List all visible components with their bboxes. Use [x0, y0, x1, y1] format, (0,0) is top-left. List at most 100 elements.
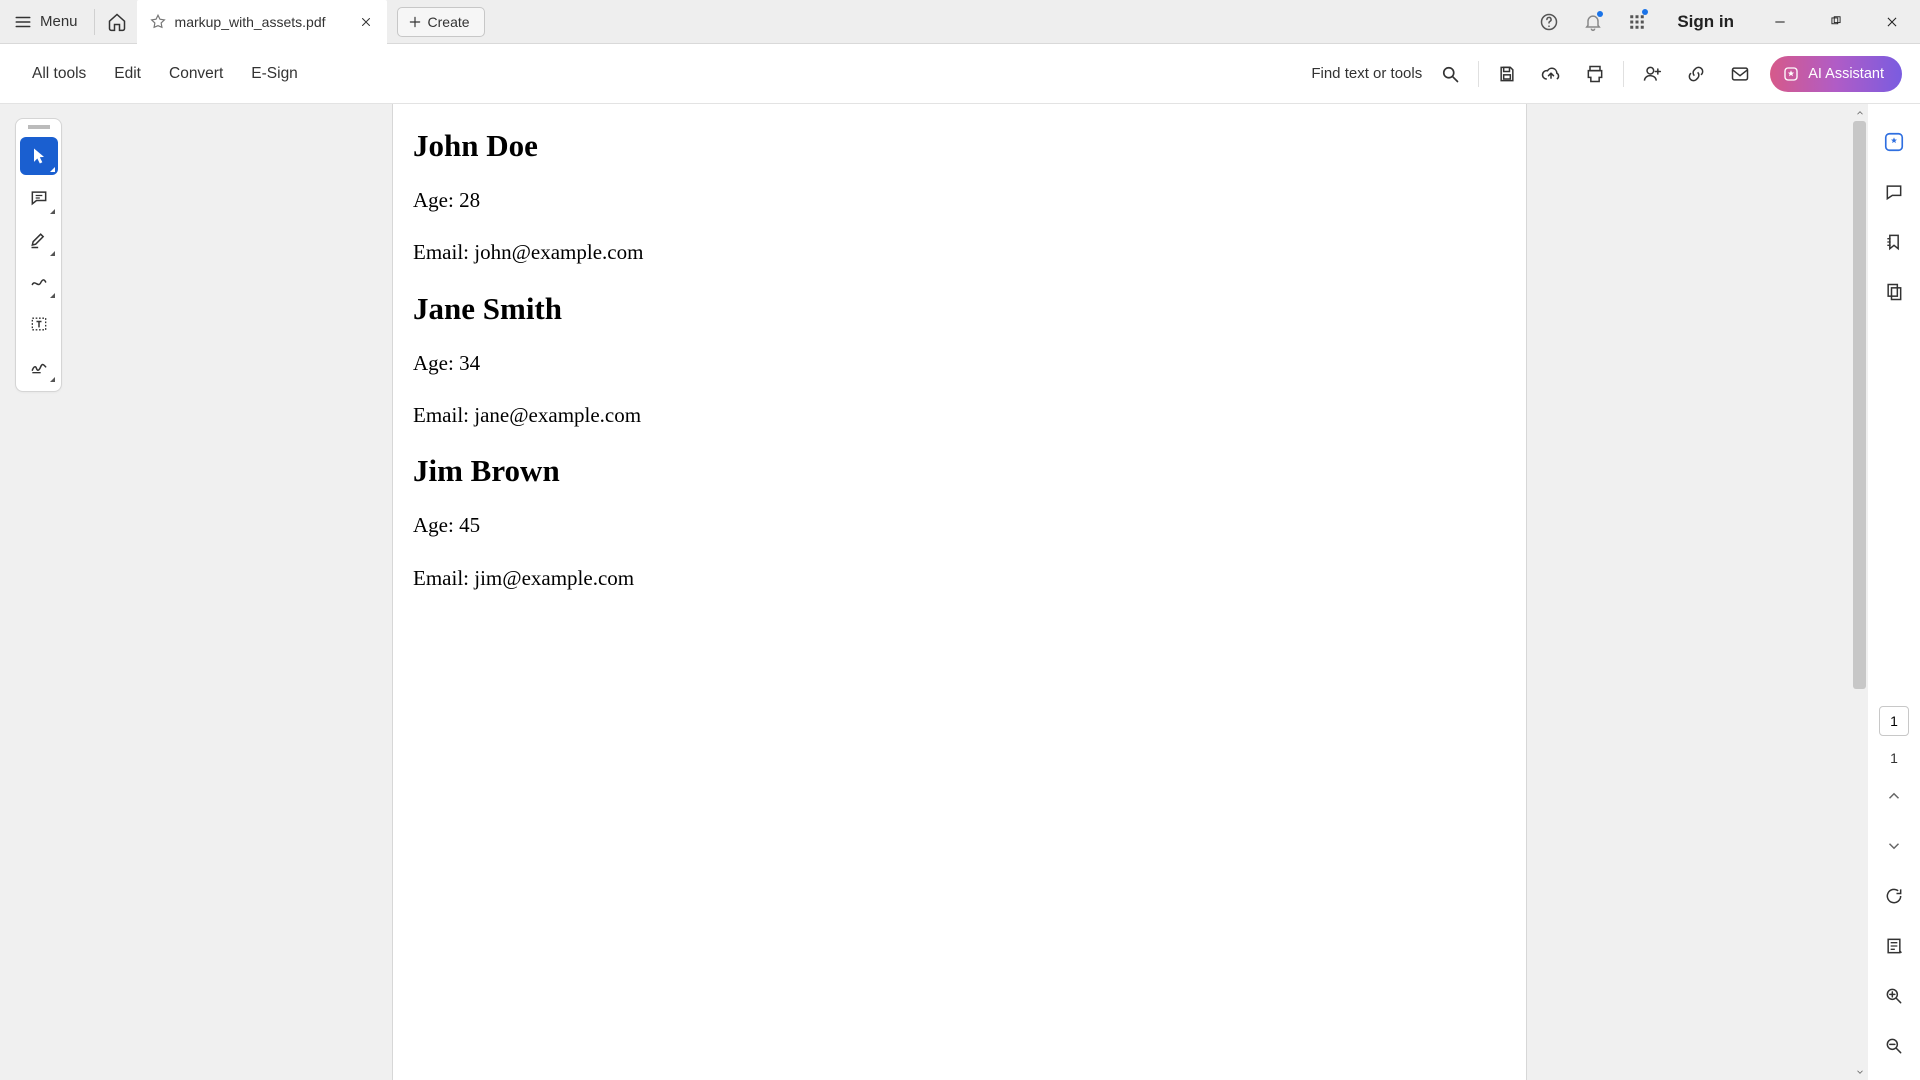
sparkle-icon — [1782, 65, 1800, 83]
highlighter-icon — [29, 230, 49, 250]
zoom-out-button[interactable] — [1874, 1026, 1914, 1066]
text-select-tool[interactable] — [20, 305, 58, 343]
comment-tool[interactable] — [20, 179, 58, 217]
bookmark-icon — [1884, 232, 1904, 252]
document-content: John Doe Age: 28 Email: john@example.com Ja… — [393, 104, 1526, 636]
select-tool[interactable] — [20, 137, 58, 175]
plus-icon — [408, 15, 422, 29]
signature-icon — [29, 356, 49, 376]
person-name: Jane Smith — [413, 291, 1506, 327]
zoom-out-icon — [1884, 1036, 1904, 1056]
ai-assistant-label: AI Assistant — [1808, 66, 1884, 82]
create-button[interactable]: Create — [397, 7, 485, 37]
thumbnails-panel-button[interactable] — [1874, 272, 1914, 312]
menu-esign[interactable]: E-Sign — [237, 44, 312, 104]
zoom-in-button[interactable] — [1874, 976, 1914, 1016]
apps-button[interactable] — [1615, 0, 1659, 44]
cursor-icon — [29, 146, 49, 166]
help-button[interactable] — [1527, 0, 1571, 44]
person-email: Email: jim@example.com — [413, 564, 1506, 592]
titlebar: Menu markup_with_assets.pdf Create Sign … — [0, 0, 1920, 44]
create-label: Create — [428, 14, 470, 30]
home-icon — [107, 12, 127, 32]
document-page[interactable]: John Doe Age: 28 Email: john@example.com Ja… — [392, 104, 1527, 1080]
menu-edit[interactable]: Edit — [100, 44, 155, 104]
person-name: John Doe — [413, 128, 1506, 164]
print-button[interactable] — [1573, 52, 1617, 96]
share-people-button[interactable] — [1630, 52, 1674, 96]
next-page-button[interactable] — [1874, 826, 1914, 866]
person-age: Age: 28 — [413, 186, 1506, 214]
right-tool-panel: 1 1 — [1868, 104, 1920, 1080]
close-icon — [1885, 15, 1899, 29]
page-layout-icon — [1884, 936, 1904, 956]
toolbar: All tools Edit Convert E-Sign Find text … — [0, 44, 1920, 104]
share-email-button[interactable] — [1718, 52, 1762, 96]
page-display-button[interactable] — [1874, 926, 1914, 966]
person-plus-icon — [1642, 64, 1662, 84]
vertical-scrollbar[interactable] — [1851, 104, 1868, 1080]
share-link-button[interactable] — [1674, 52, 1718, 96]
maximize-icon — [1829, 15, 1843, 29]
find-label: Find text or tools — [1311, 65, 1422, 82]
page-count-label: 1 — [1890, 750, 1898, 766]
pages-icon — [1884, 282, 1904, 302]
ai-assistant-button[interactable]: AI Assistant — [1770, 56, 1902, 92]
workspace: John Doe Age: 28 Email: john@example.com Ja… — [0, 104, 1920, 1080]
app-menu-button[interactable]: Menu — [0, 0, 92, 44]
chevron-up-icon — [1855, 108, 1865, 118]
comment-icon — [29, 188, 49, 208]
comments-panel-button[interactable] — [1874, 172, 1914, 212]
notifications-button[interactable] — [1571, 0, 1615, 44]
text-box-icon — [29, 314, 49, 334]
cloud-upload-icon — [1541, 64, 1561, 84]
save-icon — [1497, 64, 1517, 84]
bell-icon — [1583, 12, 1603, 32]
chevron-down-icon — [1855, 1067, 1865, 1077]
page-number-input[interactable]: 1 — [1879, 706, 1909, 736]
sign-in-button[interactable]: Sign in — [1659, 12, 1752, 32]
draw-freehand-icon — [29, 272, 49, 292]
upload-button[interactable] — [1529, 52, 1573, 96]
scroll-up-button[interactable] — [1851, 104, 1868, 121]
tab-close-button[interactable] — [355, 11, 377, 33]
palette-grip[interactable] — [28, 125, 50, 129]
person-name: Jim Brown — [413, 453, 1506, 489]
ai-panel-button[interactable] — [1874, 122, 1914, 162]
link-icon — [1686, 64, 1706, 84]
window-close-button[interactable] — [1864, 0, 1920, 44]
window-minimize-button[interactable] — [1752, 0, 1808, 44]
print-icon — [1585, 64, 1605, 84]
minimize-icon — [1773, 15, 1787, 29]
tab-title: markup_with_assets.pdf — [175, 14, 347, 30]
rotate-cw-icon — [1884, 886, 1904, 906]
person-age: Age: 34 — [413, 349, 1506, 377]
app-menu-label: Menu — [40, 13, 78, 30]
rotate-button[interactable] — [1874, 876, 1914, 916]
separator — [1623, 61, 1624, 87]
separator — [94, 9, 95, 35]
menu-convert[interactable]: Convert — [155, 44, 237, 104]
bookmarks-panel-button[interactable] — [1874, 222, 1914, 262]
document-tab[interactable]: markup_with_assets.pdf — [137, 0, 387, 44]
search-icon — [1440, 64, 1460, 84]
star-icon — [149, 13, 167, 31]
draw-tool[interactable] — [20, 263, 58, 301]
chevron-up-icon — [1885, 787, 1903, 805]
separator — [1478, 61, 1479, 87]
person-email: Email: john@example.com — [413, 238, 1506, 266]
apps-grid-icon — [1628, 13, 1646, 31]
save-button[interactable] — [1485, 52, 1529, 96]
speech-bubble-icon — [1884, 182, 1904, 202]
menu-all-tools[interactable]: All tools — [18, 44, 100, 104]
sign-tool[interactable] — [20, 347, 58, 385]
scroll-thumb[interactable] — [1853, 121, 1866, 689]
zoom-in-icon — [1884, 986, 1904, 1006]
find-button[interactable] — [1428, 52, 1472, 96]
highlight-tool[interactable] — [20, 221, 58, 259]
window-maximize-button[interactable] — [1808, 0, 1864, 44]
previous-page-button[interactable] — [1874, 776, 1914, 816]
home-button[interactable] — [97, 0, 137, 44]
chevron-down-icon — [1885, 837, 1903, 855]
scroll-down-button[interactable] — [1851, 1063, 1868, 1080]
